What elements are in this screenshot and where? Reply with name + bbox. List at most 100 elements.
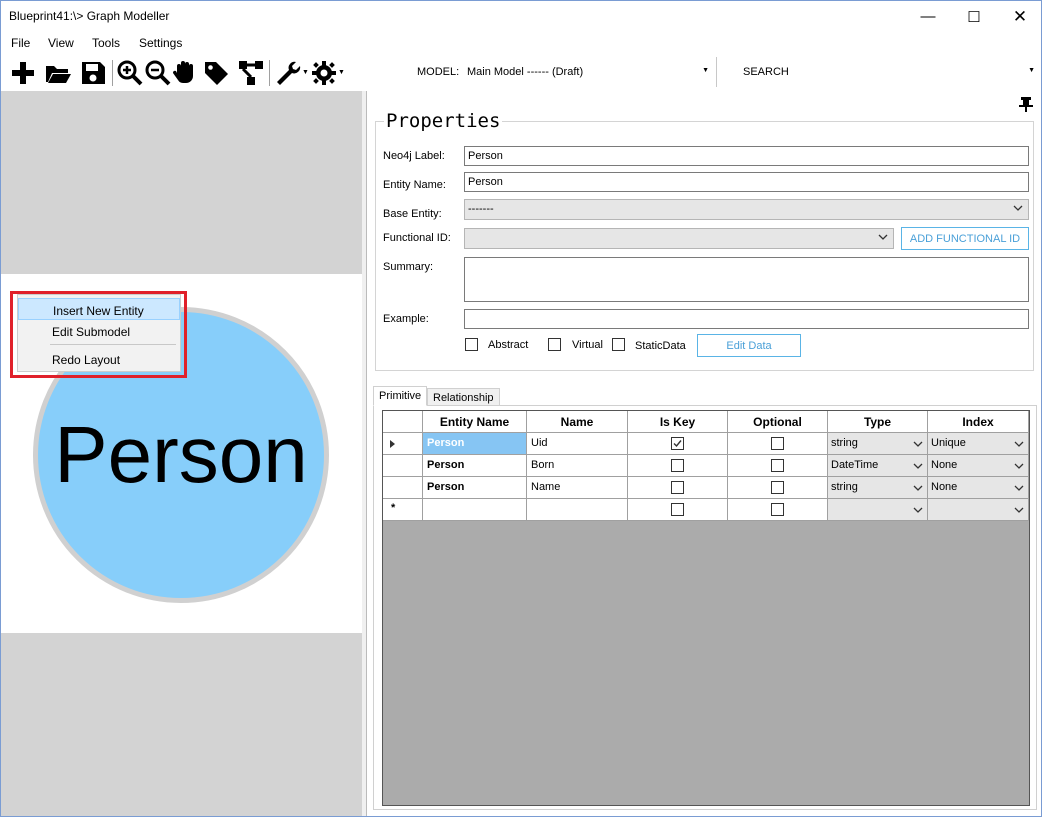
column-header-entity-name[interactable]: Entity Name — [423, 411, 527, 433]
zoom-out-icon[interactable] — [144, 59, 172, 87]
functional-id-caption: Functional ID: — [383, 232, 451, 244]
column-header-optional[interactable]: Optional — [728, 411, 828, 433]
cell-is-key[interactable] — [628, 477, 728, 499]
row-header[interactable] — [383, 455, 423, 477]
cell-is-key[interactable] — [628, 433, 728, 455]
gear-dropdown-icon[interactable]: ▼ — [338, 69, 345, 76]
toolbar: ▼ ▼ MODEL: Main Model ------ (Draft) ▼ S… — [1, 54, 1041, 91]
cell-entity-name[interactable]: Person — [423, 455, 527, 477]
is-key-checkbox[interactable] — [671, 459, 684, 472]
row-header[interactable] — [383, 433, 423, 455]
column-header-is-key[interactable]: Is Key — [628, 411, 728, 433]
type-value: string — [831, 481, 858, 493]
menu-tools[interactable]: Tools — [92, 36, 120, 50]
graph-canvas[interactable]: Person — [1, 91, 362, 816]
maximize-button[interactable]: ☐ — [951, 1, 997, 32]
is-key-checkbox-checked[interactable] — [671, 437, 684, 450]
menu-file[interactable]: File — [11, 36, 30, 50]
cell-name[interactable]: Uid — [527, 433, 628, 455]
tab-relationship[interactable]: Relationship — [427, 388, 500, 406]
row-header[interactable] — [383, 477, 423, 499]
cell-type[interactable]: string — [828, 433, 928, 455]
virtual-checkbox[interactable] — [548, 338, 561, 351]
cell-name[interactable] — [527, 499, 628, 521]
example-field[interactable] — [464, 309, 1029, 329]
summary-field[interactable] — [464, 257, 1029, 302]
zoom-in-icon[interactable] — [116, 59, 144, 87]
cell-entity-name[interactable]: Person — [423, 433, 527, 455]
open-folder-icon[interactable] — [44, 59, 72, 87]
entity-name-field[interactable]: Person — [464, 172, 1029, 192]
tab-primitive[interactable]: Primitive — [373, 386, 428, 406]
optional-checkbox[interactable] — [771, 437, 784, 450]
optional-checkbox[interactable] — [771, 503, 784, 516]
table-row[interactable]: Person Uid string Unique — [383, 433, 1029, 455]
table-row[interactable]: Person Born DateTime None — [383, 455, 1029, 477]
is-key-checkbox[interactable] — [671, 503, 684, 516]
hand-pan-icon[interactable] — [172, 59, 200, 87]
functional-id-select[interactable] — [464, 228, 894, 249]
add-functional-id-button[interactable]: ADD FUNCTIONAL ID — [901, 227, 1029, 250]
cell-optional[interactable] — [728, 433, 828, 455]
toolbar-separator — [716, 57, 717, 87]
cell-type[interactable] — [828, 499, 928, 521]
cell-entity-name[interactable] — [423, 499, 527, 521]
is-key-checkbox[interactable] — [671, 481, 684, 494]
grid-corner — [383, 411, 423, 433]
menu-settings[interactable]: Settings — [139, 36, 182, 50]
cell-index[interactable]: Unique — [928, 433, 1029, 455]
window-title: Blueprint41:\> Graph Modeller — [9, 9, 170, 23]
menu-item-edit-submodel[interactable]: Edit Submodel — [18, 320, 180, 342]
cell-type[interactable]: string — [828, 477, 928, 499]
model-select[interactable]: Main Model ------ (Draft) ▼ — [461, 61, 713, 83]
cell-optional[interactable] — [728, 477, 828, 499]
model-select-value: Main Model ------ (Draft) — [467, 66, 584, 78]
row-header[interactable]: * — [383, 499, 423, 521]
edit-data-button[interactable]: Edit Data — [697, 334, 801, 357]
cell-entity-name[interactable]: Person — [423, 477, 527, 499]
wrench-dropdown-icon[interactable]: ▼ — [302, 69, 309, 76]
summary-caption: Summary: — [383, 261, 434, 273]
new-row[interactable]: * — [383, 499, 1029, 521]
menu-item-insert-new-entity[interactable]: Insert New Entity — [18, 298, 180, 320]
close-button[interactable]: ✕ — [997, 1, 1041, 32]
cell-index[interactable]: None — [928, 455, 1029, 477]
cell-name[interactable]: Born — [527, 455, 628, 477]
tag-icon[interactable] — [202, 59, 230, 87]
cell-index[interactable] — [928, 499, 1029, 521]
gear-icon[interactable] — [310, 59, 338, 87]
cell-index[interactable]: None — [928, 477, 1029, 499]
cell-name[interactable]: Name — [527, 477, 628, 499]
column-header-type[interactable]: Type — [828, 411, 928, 433]
optional-checkbox[interactable] — [771, 459, 784, 472]
chevron-down-icon — [1014, 441, 1024, 447]
cell-type[interactable]: DateTime — [828, 455, 928, 477]
cell-is-key[interactable] — [628, 499, 728, 521]
save-icon[interactable] — [79, 59, 107, 87]
pin-icon[interactable] — [1017, 95, 1035, 113]
chevron-down-icon — [1014, 507, 1024, 513]
cell-is-key[interactable] — [628, 455, 728, 477]
abstract-checkbox[interactable] — [465, 338, 478, 351]
toolbar-separator — [269, 60, 270, 86]
add-icon[interactable] — [9, 59, 37, 87]
base-entity-select[interactable]: ------- — [464, 199, 1029, 220]
chevron-down-icon — [913, 485, 923, 491]
wrench-icon[interactable] — [274, 59, 302, 87]
menu-view[interactable]: View — [48, 36, 74, 50]
column-header-name[interactable]: Name — [527, 411, 628, 433]
search-input[interactable]: SEARCH ▼ — [737, 61, 1039, 83]
optional-checkbox[interactable] — [771, 481, 784, 494]
index-value: None — [931, 459, 958, 471]
neo4j-label-field[interactable]: Person — [464, 146, 1029, 166]
staticdata-checkbox[interactable] — [612, 338, 625, 351]
hierarchy-icon[interactable] — [237, 59, 265, 87]
menu-item-redo-layout[interactable]: Redo Layout — [18, 348, 180, 370]
minimize-button[interactable]: — — [905, 1, 951, 32]
table-row[interactable]: Person Name string None — [383, 477, 1029, 499]
tab-content: Entity Name Name Is Key Optional Type In… — [373, 405, 1037, 810]
cell-optional[interactable] — [728, 455, 828, 477]
model-label: MODEL: — [417, 66, 460, 78]
cell-optional[interactable] — [728, 499, 828, 521]
column-header-index[interactable]: Index — [928, 411, 1029, 433]
